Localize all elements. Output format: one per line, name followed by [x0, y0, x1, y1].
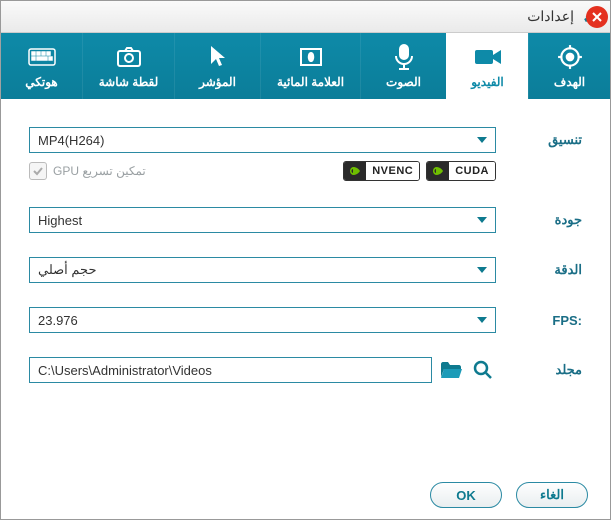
- select-value: Highest: [38, 213, 82, 228]
- select-quality[interactable]: Highest: [29, 207, 496, 233]
- label-fps: FPS:: [496, 313, 582, 328]
- tab-label: الهدف: [554, 75, 585, 89]
- chevron-down-icon: [477, 267, 487, 273]
- gpu-checkbox[interactable]: [29, 162, 47, 180]
- nvidia-icon: [427, 162, 449, 180]
- chevron-down-icon: [477, 217, 487, 223]
- tab-label: الصوت: [386, 75, 421, 89]
- label-resolution: الدقة: [496, 262, 582, 278]
- cancel-button[interactable]: الغاء: [516, 482, 588, 508]
- close-button[interactable]: [586, 6, 608, 28]
- chevron-down-icon: [477, 137, 487, 143]
- label-quality: جودة: [496, 212, 582, 228]
- tab-label: هوتكي: [25, 75, 58, 89]
- row-quality: جودة Highest: [29, 207, 582, 233]
- tab-cursor[interactable]: المؤشر: [174, 33, 260, 99]
- select-format[interactable]: MP4(H264): [29, 127, 496, 153]
- gpu-badges: NVENC CUDA: [343, 161, 496, 181]
- browse-button[interactable]: [470, 357, 496, 383]
- tab-screenshot[interactable]: لقطة شاشة: [82, 33, 174, 99]
- titlebar: إعدادات: [1, 1, 610, 33]
- tab-label: لقطة شاشة: [99, 75, 159, 89]
- select-value: MP4(H264): [38, 133, 104, 148]
- select-resolution[interactable]: حجم أصلي: [29, 257, 496, 283]
- row-fps: FPS: 23.976: [29, 307, 582, 333]
- content-panel: تنسيق MP4(H264) تمكين تسريع GPU: [1, 99, 610, 471]
- tab-label: العلامة المائية: [277, 75, 344, 89]
- tab-watermark[interactable]: العلامة المائية: [260, 33, 360, 99]
- gpu-label: تمكين تسريع GPU: [53, 164, 146, 178]
- select-fps[interactable]: 23.976: [29, 307, 496, 333]
- tab-video[interactable]: الفيديو: [446, 33, 528, 99]
- badge-text: NVENC: [366, 162, 419, 180]
- open-folder-button[interactable]: [438, 357, 464, 383]
- badge-text: CUDA: [449, 162, 495, 180]
- row-resolution: الدقة حجم أصلي: [29, 257, 582, 283]
- badge-cuda: CUDA: [426, 161, 496, 181]
- tab-target[interactable]: الهدف: [528, 33, 610, 99]
- video-icon: [474, 43, 502, 71]
- tab-hotkey[interactable]: هوتكي: [0, 33, 82, 99]
- gpu-checkbox-group: تمكين تسريع GPU: [29, 162, 146, 180]
- tab-label: المؤشر: [199, 75, 236, 89]
- select-value: حجم أصلي: [38, 262, 96, 278]
- row-folder: مجلد: [29, 357, 582, 383]
- tab-audio[interactable]: الصوت: [360, 33, 446, 99]
- tabs: الهدف الفيديو الصوت العلامة المائية المؤ…: [1, 33, 610, 99]
- folder-input[interactable]: [29, 357, 432, 383]
- camera-icon: [115, 43, 143, 71]
- nvidia-icon: [344, 162, 366, 180]
- row-format: تنسيق MP4(H264): [29, 127, 582, 153]
- mic-icon: [390, 43, 418, 71]
- tab-label: الفيديو: [471, 75, 504, 89]
- chevron-down-icon: [477, 317, 487, 323]
- target-icon: [556, 43, 584, 71]
- label-folder: مجلد: [496, 362, 582, 378]
- cursor-icon: [204, 43, 232, 71]
- label-format: تنسيق: [496, 132, 582, 148]
- select-value: 23.976: [38, 313, 78, 328]
- watermark-icon: [297, 43, 325, 71]
- keyboard-icon: [28, 43, 56, 71]
- ok-button[interactable]: OK: [430, 482, 502, 508]
- footer: OK الغاء: [1, 471, 610, 519]
- window-title: إعدادات: [527, 8, 574, 25]
- settings-window: إعدادات الهدف الفيديو الصوت: [0, 0, 611, 520]
- badge-nvenc: NVENC: [343, 161, 420, 181]
